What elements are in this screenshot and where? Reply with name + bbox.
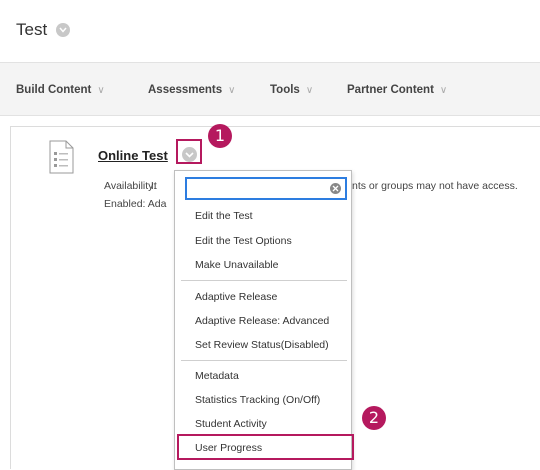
menu-item-adaptive-release[interactable]: Adaptive Release — [195, 291, 277, 303]
chevron-down-icon: ∨ — [97, 85, 105, 96]
step1-badge: 1 — [208, 124, 232, 148]
course-toolbar: Build Content ∨ Assessments ∨ Tools ∨ Partn… — [0, 62, 540, 116]
availability-text-end: nts or groups may not have access. — [352, 180, 518, 192]
partner-content-menu[interactable]: Partner Content ∨ — [347, 84, 447, 96]
build-content-label: Build Content — [16, 84, 92, 96]
menu-item-edit-the-test[interactable]: Edit the Test — [195, 210, 253, 222]
assessments-menu[interactable]: Assessments ∨ — [148, 84, 235, 96]
menu-divider — [181, 280, 347, 281]
enabled-text: Ada — [147, 198, 167, 210]
menu-item-metadata[interactable]: Metadata — [195, 370, 239, 382]
enabled-label: Enabled: — [104, 198, 146, 210]
item-context-menu: Edit the Test Edit the Test Options Make… — [174, 170, 352, 470]
assessments-label: Assessments — [148, 84, 223, 96]
availability-line: Availability: It — [104, 180, 157, 192]
online-test-link[interactable]: Online Test — [98, 148, 168, 163]
availability-label: Availability: — [104, 180, 157, 192]
chevron-down-icon: ∨ — [305, 85, 314, 96]
enabled-line: Enabled: Ada — [104, 198, 166, 210]
page-header: Test — [0, 0, 540, 60]
menu-item-statistics-tracking[interactable]: Statistics Tracking (On/Off) — [195, 394, 320, 406]
partner-content-label: Partner Content — [347, 84, 434, 96]
build-content-menu[interactable]: Build Content ∨ — [16, 84, 105, 96]
page-title: Test — [16, 20, 48, 39]
tools-menu[interactable]: Tools ∨ — [270, 84, 313, 96]
tools-label: Tools — [270, 84, 300, 96]
menu-divider — [181, 360, 347, 361]
clear-search-icon[interactable] — [330, 183, 341, 194]
menu-item-adaptive-release-advanced[interactable]: Adaptive Release: Advanced — [195, 315, 329, 327]
menu-item-make-unavailable[interactable]: Make Unavailable — [195, 259, 278, 271]
title-options-chevron-icon[interactable] — [56, 23, 70, 37]
test-document-icon — [48, 140, 74, 174]
step2-badge: 2 — [362, 406, 386, 430]
chevron-down-icon: ∨ — [439, 85, 448, 96]
chevron-down-icon: ∨ — [228, 85, 236, 96]
menu-item-student-activity[interactable]: Student Activity — [195, 418, 267, 430]
menu-item-edit-test-options[interactable]: Edit the Test Options — [195, 235, 292, 247]
menu-search-input[interactable] — [185, 177, 347, 200]
menu-item-set-review-status[interactable]: Set Review Status(Disabled) — [195, 339, 329, 351]
availability-text-start: It — [150, 180, 157, 192]
step2-highlight-box — [177, 434, 354, 460]
step1-highlight-box — [176, 139, 202, 164]
